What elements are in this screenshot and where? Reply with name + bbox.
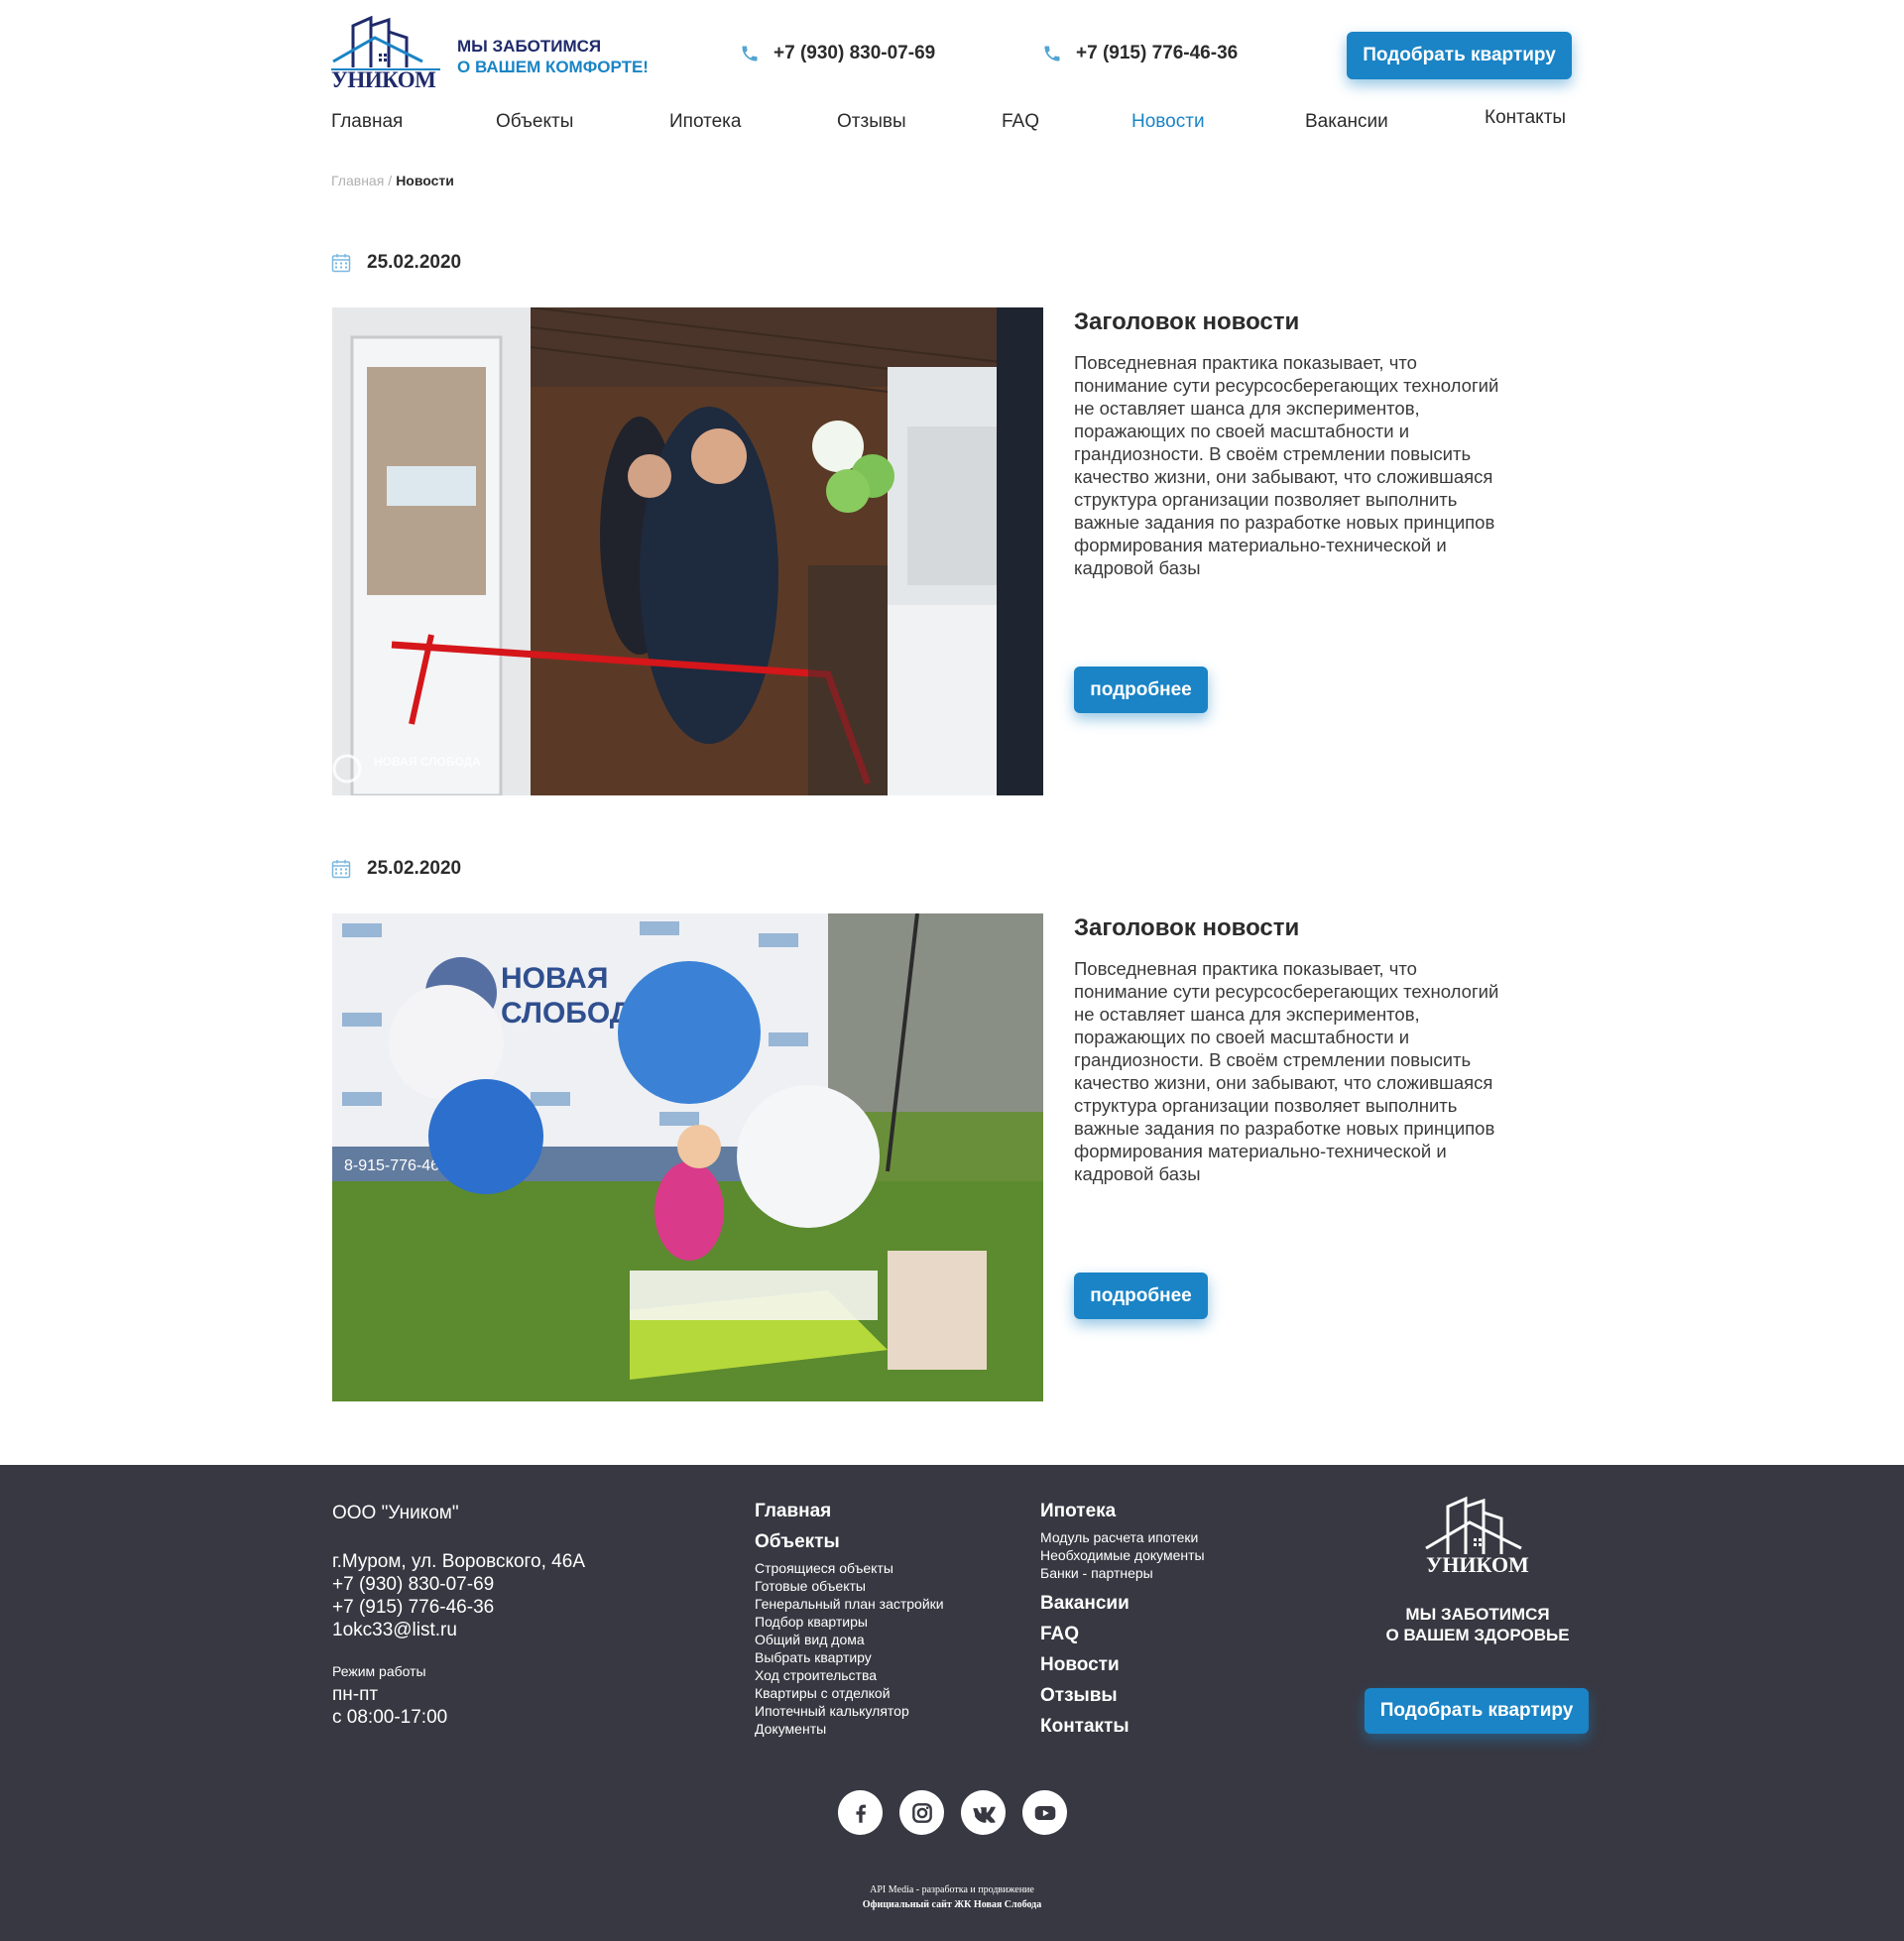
news-date: 25.02.2020 (331, 252, 461, 274)
banner-phone: 8-915-776-46 (344, 1157, 439, 1174)
footer-link-contacts[interactable]: Контакты (1040, 1711, 1205, 1742)
footer-phone-2[interactable]: +7 (915) 776-46-36 (332, 1596, 585, 1619)
nav-item-vacancies[interactable]: Вакансии (1305, 111, 1388, 133)
photo-watermark: НОВАЯ СЛОБОДА (374, 755, 481, 769)
nav-item-news[interactable]: Новости (1131, 111, 1205, 133)
footer-sublink[interactable]: Подбор квартиры (755, 1613, 944, 1631)
footer-sublink[interactable]: Документы (755, 1720, 944, 1738)
nav-item-home[interactable]: Главная (331, 111, 403, 133)
footer-sublink[interactable]: Генеральный план застройки (755, 1595, 944, 1613)
footer-sublink[interactable]: Ипотечный калькулятор (755, 1702, 944, 1720)
header-phone-1-text: +7 (930) 830-07-69 (774, 43, 936, 63)
header-tagline: МЫ ЗАБОТИМСЯ О ВАШЕМ КОМФОРТЕ! (457, 36, 649, 77)
footer-sublink[interactable]: Ход строительства (755, 1666, 944, 1684)
header-phone-2[interactable]: +7 (915) 776-46-36 (1042, 43, 1238, 64)
news-date-text: 25.02.2020 (367, 252, 462, 273)
ribbon-cutting-photo: НОВАЯ СЛОБОДА (332, 307, 1043, 795)
footer-slogan-line2: О ВАШЕМ ЗДОРОВЬЕ (1385, 1626, 1570, 1644)
site-footer: ООО "Уником" г.Муром, ул. Воровского, 46… (0, 1465, 1904, 1941)
footer-sublink[interactable]: Выбрать квартиру (755, 1648, 944, 1666)
breadcrumb-separator: / (388, 173, 393, 188)
site-header: УНИКОМ МЫ ЗАБОТИМСЯ О ВАШЕМ КОМФОРТЕ! +7… (331, 15, 1576, 95)
news-date: 25.02.2020 (331, 858, 461, 880)
tagline-line2: О ВАШЕМ КОМФОРТЕ! (457, 58, 649, 76)
read-more-button[interactable]: подробнее (1074, 1273, 1208, 1319)
logo-text: УНИКОМ (331, 67, 436, 92)
footer-slogan: МЫ ЗАБОТИМСЯ О ВАШЕМ ЗДОРОВЬЕ (1361, 1604, 1595, 1645)
calendar-icon (331, 860, 351, 879)
footer-sublink[interactable]: Банки - партнеры (1040, 1564, 1205, 1582)
select-apartment-button[interactable]: Подобрать квартиру (1347, 32, 1572, 79)
news-title[interactable]: Заголовок новости (1074, 914, 1299, 942)
kids-event-photo: НОВАЯ СЛОБОДА 8-915-776-46 (332, 913, 1043, 1401)
footer-mortgage-sublist: Модуль расчета ипотеки Необходимые докум… (1040, 1528, 1205, 1582)
tagline-line1: МЫ ЗАБОТИМСЯ (457, 37, 602, 56)
footer-link-objects[interactable]: Объекты (755, 1526, 944, 1557)
footer-logo-text: УНИКОМ (1426, 1552, 1529, 1574)
footer-link-faq[interactable]: FAQ (1040, 1619, 1205, 1649)
vk-icon[interactable] (961, 1790, 1006, 1835)
nav-item-reviews[interactable]: Отзывы (837, 111, 906, 133)
footer-link-reviews[interactable]: Отзывы (1040, 1680, 1205, 1711)
facebook-icon[interactable] (838, 1790, 883, 1835)
phone-icon (742, 46, 758, 61)
footer-sublink[interactable]: Общий вид дома (755, 1631, 944, 1648)
footer-sublink[interactable]: Необходимые документы (1040, 1546, 1205, 1564)
footer-company: ООО "Уником" (332, 1503, 459, 1523)
footer-sublink[interactable]: Квартиры с отделкой (755, 1684, 944, 1702)
breadcrumb: Главная / Новости (331, 173, 1576, 188)
footer-nav-col2: Главная Объекты Строящиеся объекты Готов… (755, 1496, 944, 1744)
news-date-text: 25.02.2020 (367, 858, 462, 879)
footer-hours-label: Режим работы (332, 1663, 426, 1679)
news-image[interactable]: НОВАЯ СЛОБОДА 8-915-776-46 (332, 913, 1043, 1401)
footer-address: г.Муром, ул. Воровского, 46А (332, 1551, 585, 1572)
news-title[interactable]: Заголовок новости (1074, 308, 1299, 336)
logo[interactable]: УНИКОМ (331, 15, 440, 92)
calendar-icon (331, 254, 351, 273)
read-more-button[interactable]: подробнее (1074, 667, 1208, 713)
main-nav: Главная Объекты Ипотека Отзывы FAQ Новос… (331, 107, 1576, 141)
footer-link-vacancies[interactable]: Вакансии (1040, 1588, 1205, 1619)
youtube-icon[interactable] (1022, 1790, 1067, 1835)
footer-sublink[interactable]: Модуль расчета ипотеки (1040, 1528, 1205, 1546)
footer-sublink[interactable]: Строящиеся объекты (755, 1559, 944, 1577)
footer-logo[interactable]: УНИКОМ (1361, 1495, 1595, 1579)
logo-buildings-icon: УНИКОМ (1425, 1496, 1529, 1577)
nav-item-objects[interactable]: Объекты (496, 111, 573, 133)
breadcrumb-home[interactable]: Главная (331, 173, 384, 188)
footer-objects-sublist: Строящиеся объекты Готовые объекты Генер… (755, 1559, 944, 1738)
logo-buildings-icon (331, 15, 440, 70)
nav-item-contacts[interactable]: Контакты (1485, 107, 1566, 129)
nav-item-mortgage[interactable]: Ипотека (669, 111, 741, 133)
site-credit: Официальный сайт ЖК Новая Слобода (862, 1899, 1042, 1910)
footer-email[interactable]: 1okc33@list.ru (332, 1619, 585, 1641)
footer-hours-days: пн-пт (332, 1684, 379, 1705)
footer-contacts: ООО "Уником" г.Муром, ул. Воровского, 46… (332, 1503, 585, 1729)
footer-link-mortgage[interactable]: Ипотека (1040, 1496, 1205, 1526)
footer-link-news[interactable]: Новости (1040, 1649, 1205, 1680)
footer-slogan-line1: МЫ ЗАБОТИМСЯ (1405, 1605, 1550, 1624)
footer-link-home[interactable]: Главная (755, 1496, 944, 1526)
news-text: Повседневная практика показывает, что по… (1074, 958, 1499, 1184)
footer-phone-1[interactable]: +7 (930) 830-07-69 (332, 1573, 585, 1596)
banner-title-line1: НОВАЯ (501, 962, 608, 995)
instagram-icon[interactable] (899, 1790, 944, 1835)
social-links (838, 1790, 1067, 1835)
footer-nav-col3: Ипотека Модуль расчета ипотеки Необходим… (1040, 1496, 1205, 1742)
nav-item-faq[interactable]: FAQ (1002, 111, 1039, 133)
footer-hours-time: с 08:00-17:00 (332, 1707, 448, 1728)
footer-select-apartment-button[interactable]: Подобрать квартиру (1365, 1688, 1589, 1734)
footer-credits: API Media - разработка и продвижение Офи… (0, 1882, 1904, 1912)
developer-credit[interactable]: API Media - разработка и продвижение (0, 1882, 1904, 1897)
breadcrumb-current: Новости (396, 173, 454, 188)
news-text: Повседневная практика показывает, что по… (1074, 352, 1499, 578)
header-phone-1[interactable]: +7 (930) 830-07-69 (740, 43, 935, 64)
news-image[interactable]: НОВАЯ СЛОБОДА (332, 307, 1043, 795)
footer-sublink[interactable]: Готовые объекты (755, 1577, 944, 1595)
header-phone-2-text: +7 (915) 776-46-36 (1076, 43, 1239, 63)
phone-icon (1044, 46, 1060, 61)
